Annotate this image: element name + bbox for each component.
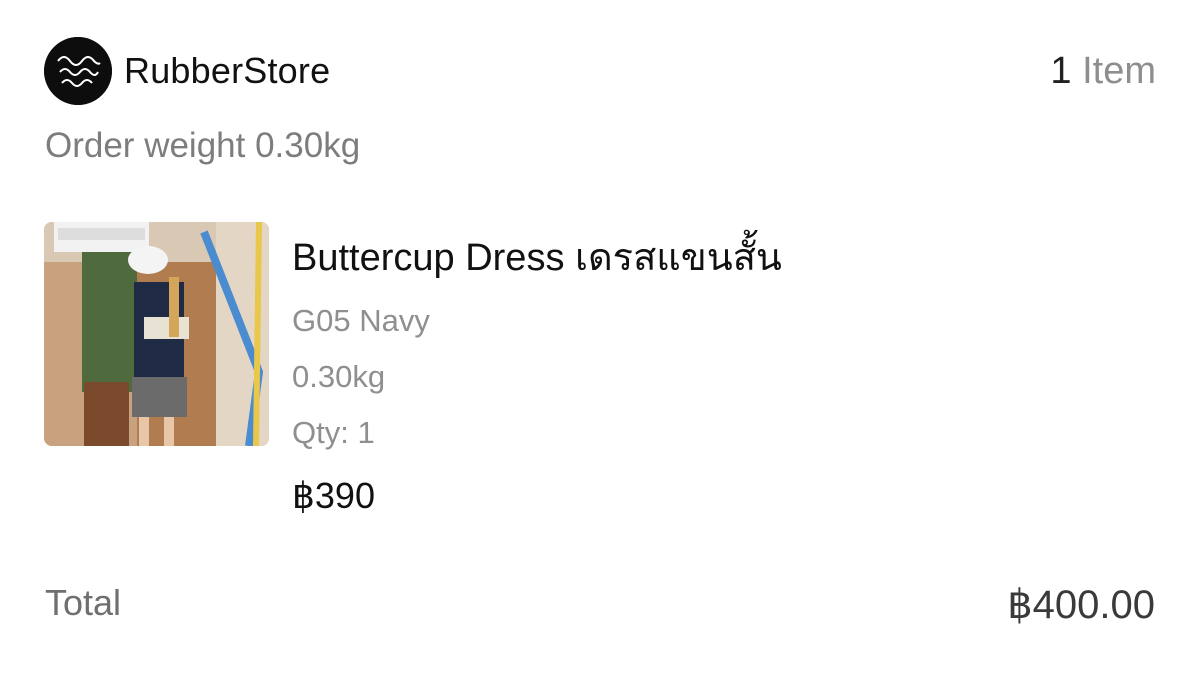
order-total: Total ฿400.00 (45, 582, 1155, 630)
store-header: RubberStore 1 Item (44, 36, 1156, 106)
product-weight: 0.30kg (292, 359, 386, 394)
item-count-label: Item (1082, 50, 1156, 92)
total-value: ฿400.00 (1007, 583, 1155, 627)
product-quantity: Qty: 1 (292, 415, 375, 450)
item-count-number: 1 (1050, 50, 1072, 92)
product-details: Buttercup Dress เดรสแขนสั้น G05 Navy 0.3… (292, 234, 1152, 517)
product-variant: G05 Navy (292, 303, 430, 338)
product-price: ฿390 (292, 475, 375, 516)
total-label: Total (45, 582, 122, 623)
product-image[interactable] (44, 222, 269, 446)
product-title[interactable]: Buttercup Dress เดรสแขนสั้น (292, 234, 1152, 282)
item-count: 1 Item (1050, 50, 1156, 93)
store-logo-icon[interactable] (44, 37, 112, 105)
store-name[interactable]: RubberStore (124, 50, 330, 92)
order-weight: Order weight 0.30kg (45, 126, 361, 165)
